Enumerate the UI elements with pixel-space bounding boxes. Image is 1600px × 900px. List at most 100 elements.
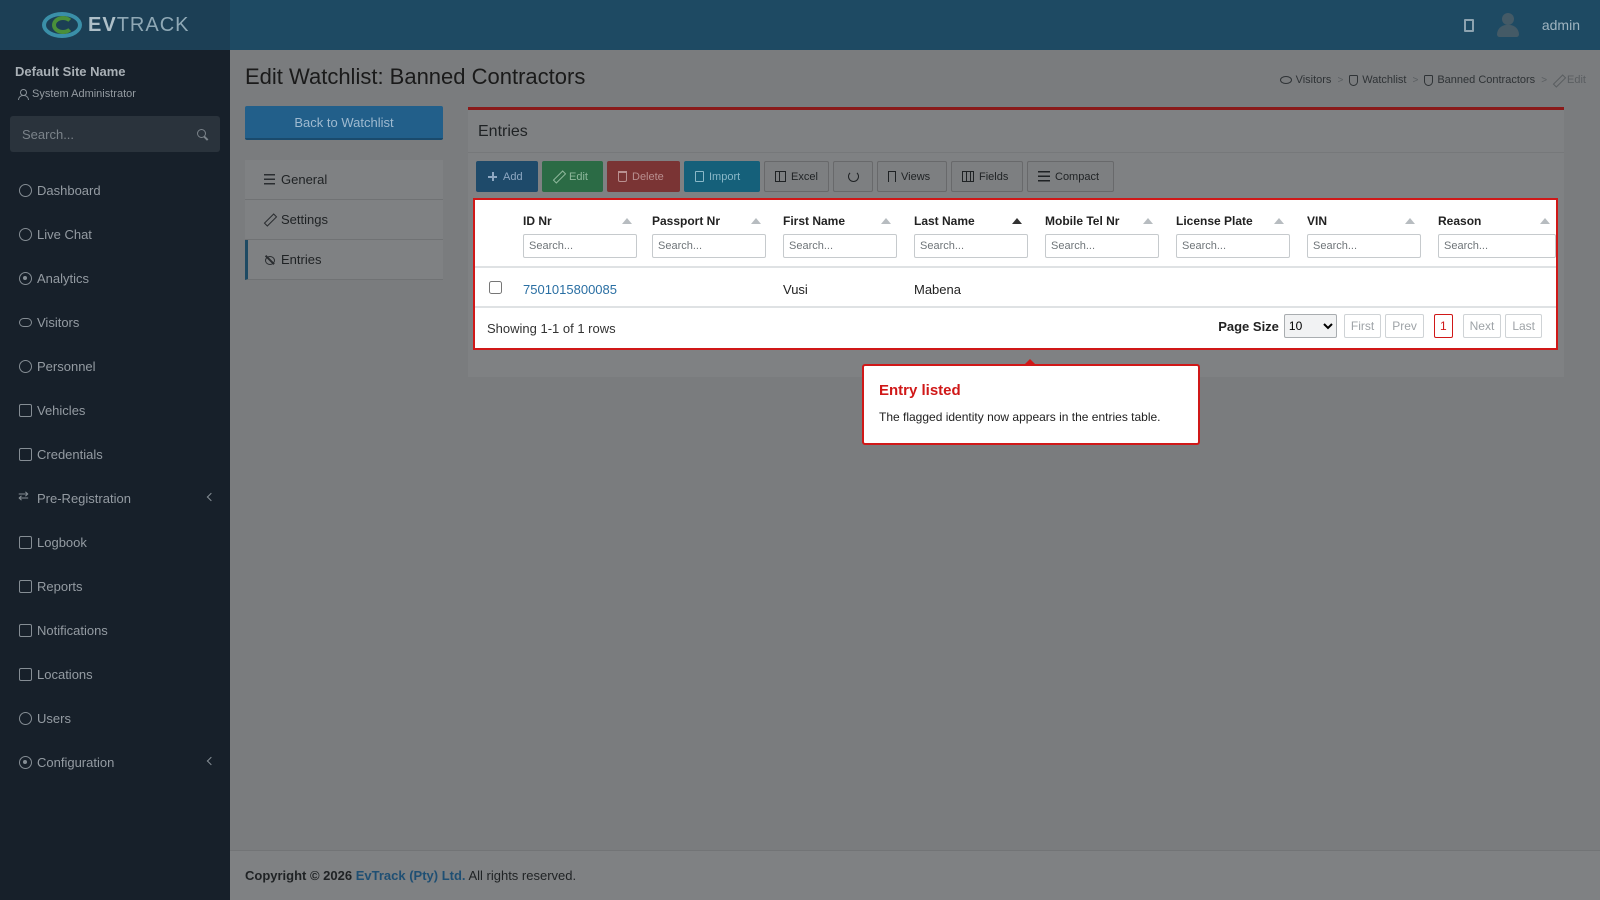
sidebar-item-locations[interactable]: Locations: [0, 652, 230, 696]
sidebar-item-configuration[interactable]: Configuration: [0, 740, 230, 784]
sort-asc-icon[interactable]: [751, 218, 761, 224]
add-button[interactable]: Add: [476, 161, 538, 192]
plus-icon: [487, 171, 498, 182]
current-page-button[interactable]: 1: [1433, 314, 1453, 338]
excel-button[interactable]: Excel: [764, 161, 829, 192]
avatar[interactable]: [1496, 11, 1520, 39]
sidebar-item-dashboard[interactable]: Dashboard: [0, 168, 230, 212]
last-page-button[interactable]: Last: [1505, 314, 1542, 338]
eye-icon: [19, 317, 32, 327]
sidebar-item-analytics[interactable]: Analytics: [0, 256, 230, 300]
car-icon: [19, 403, 32, 417]
sidebar-item-logbook[interactable]: Logbook: [0, 520, 230, 564]
column-header-mobile-tel-nr[interactable]: Mobile Tel Nr: [1045, 214, 1119, 228]
row-checkbox[interactable]: [489, 281, 502, 294]
sidebar-item-vehicles[interactable]: Vehicles: [0, 388, 230, 432]
sidebar-search: [10, 116, 220, 152]
file-import-icon: [695, 171, 704, 182]
sidebar-item-personnel[interactable]: Personnel: [0, 344, 230, 388]
chevron-left-icon: [206, 756, 216, 766]
sidebar-item-reports[interactable]: Reports: [0, 564, 230, 608]
logbook-icon[interactable]: [1463, 18, 1474, 32]
tooltip-text: The flagged identity now appears in the …: [879, 410, 1161, 424]
search-passport-nr-input[interactable]: [652, 234, 766, 258]
pencil-icon: [1553, 75, 1563, 85]
tab-general[interactable]: General: [245, 160, 443, 200]
dashboard-icon: [19, 183, 32, 197]
sort-asc-icon[interactable]: [1540, 218, 1550, 224]
back-to-watchlist-button[interactable]: Back to Watchlist: [245, 106, 443, 140]
breadcrumb: Visitors > Watchlist > Banned Contractor…: [1279, 74, 1586, 86]
search-last-name-input[interactable]: [914, 234, 1028, 258]
pagination: Page Size 10 First Prev 1 Next Last: [1218, 314, 1542, 338]
page-size-label: Page Size: [1218, 318, 1279, 334]
first-page-button[interactable]: First: [1343, 314, 1382, 338]
tab-settings[interactable]: Settings: [245, 200, 443, 240]
column-header-last-name[interactable]: Last Name: [914, 214, 975, 228]
breadcrumb-watchlist[interactable]: Watchlist: [1349, 74, 1407, 86]
sidebar-item-notifications[interactable]: Notifications: [0, 608, 230, 652]
next-page-button[interactable]: Next: [1462, 314, 1502, 338]
edit-sub-nav: General Settings Entries: [245, 160, 443, 280]
search-reason-input[interactable]: [1438, 234, 1556, 258]
sidebar-search-input[interactable]: [22, 126, 182, 142]
sidebar-item-pre-registration[interactable]: Pre-Registration: [0, 476, 230, 520]
chevron-left-icon: [206, 492, 216, 502]
sidebar-item-live-chat[interactable]: Live Chat: [0, 212, 230, 256]
chart-icon: [19, 579, 32, 593]
map-icon: [19, 667, 32, 681]
user-name[interactable]: admin: [1542, 17, 1580, 33]
cell-id-nr[interactable]: 7501015800085: [523, 282, 617, 297]
top-header: EVTRACK admin: [0, 0, 1600, 50]
company-link[interactable]: EvTrack (Pty) Ltd.: [356, 868, 466, 883]
breadcrumb-visitors[interactable]: Visitors: [1279, 74, 1331, 86]
refresh-icon: [847, 171, 859, 182]
cell-first-name: Vusi: [783, 282, 808, 297]
main-content: Edit Watchlist: Banned Contractors Visit…: [230, 50, 1600, 850]
sidebar-item-visitors[interactable]: Visitors: [0, 300, 230, 344]
search-icon[interactable]: [197, 128, 208, 140]
copyright-text: Copyright © 2026 EvTrack (Pty) Ltd. All …: [245, 868, 577, 883]
book-icon: [19, 535, 32, 549]
id-card-icon: [19, 447, 32, 461]
column-header-first-name[interactable]: First Name: [783, 214, 845, 228]
tab-entries[interactable]: Entries: [245, 240, 443, 280]
fields-button[interactable]: Fields: [951, 161, 1023, 192]
guide-tooltip: Entry listed The flagged identity now ap…: [862, 359, 1200, 445]
user-slash-icon: [264, 254, 275, 265]
column-header-id-nr[interactable]: ID Nr: [523, 214, 552, 228]
column-header-vin[interactable]: VIN: [1307, 214, 1327, 228]
card-title: Entries: [478, 123, 528, 140]
import-button[interactable]: Import: [684, 161, 760, 192]
column-header-license-plate[interactable]: License Plate: [1176, 214, 1253, 228]
headset-icon: [19, 227, 32, 241]
gear-icon: [19, 755, 32, 769]
logo-text: EVTRACK: [88, 13, 190, 36]
sort-asc-icon[interactable]: [622, 218, 632, 224]
search-vin-input[interactable]: [1307, 234, 1421, 258]
logo[interactable]: EVTRACK: [0, 0, 230, 50]
prev-page-button[interactable]: Prev: [1385, 314, 1424, 338]
sort-asc-icon[interactable]: [1274, 218, 1284, 224]
refresh-button[interactable]: [833, 161, 873, 192]
column-header-passport-nr[interactable]: Passport Nr: [652, 214, 720, 228]
search-first-name-input[interactable]: [783, 234, 897, 258]
compact-button[interactable]: Compact: [1027, 161, 1114, 192]
page-size-select[interactable]: 10: [1283, 314, 1337, 338]
sidebar-item-credentials[interactable]: Credentials: [0, 432, 230, 476]
arrows-icon: [18, 488, 32, 505]
tooltip-title: Entry listed: [879, 382, 961, 399]
column-header-reason[interactable]: Reason: [1438, 214, 1481, 228]
search-mobile-input[interactable]: [1045, 234, 1159, 258]
sort-asc-active-icon[interactable]: [1012, 218, 1022, 224]
breadcrumb-banned-contractors[interactable]: Banned Contractors: [1424, 74, 1535, 86]
sidebar-item-users[interactable]: Users: [0, 696, 230, 740]
edit-button[interactable]: Edit: [542, 161, 603, 192]
sort-asc-icon[interactable]: [881, 218, 891, 224]
views-button[interactable]: Views: [877, 161, 947, 192]
sort-asc-icon[interactable]: [1143, 218, 1153, 224]
sort-asc-icon[interactable]: [1405, 218, 1415, 224]
search-id-nr-input[interactable]: [523, 234, 637, 258]
delete-button[interactable]: Delete: [607, 161, 680, 192]
search-license-plate-input[interactable]: [1176, 234, 1290, 258]
